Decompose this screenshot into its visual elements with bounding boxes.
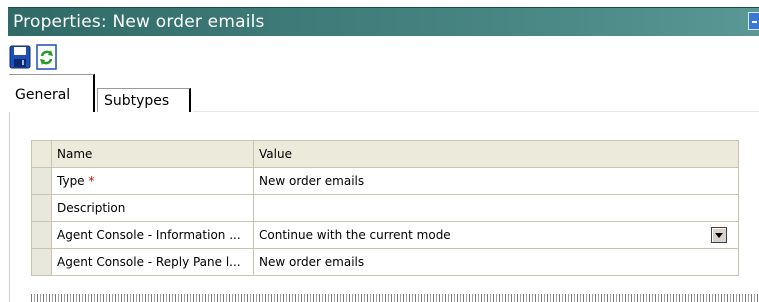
refresh-button[interactable] xyxy=(36,44,58,70)
refresh-icon xyxy=(36,44,57,70)
panel-left-border xyxy=(9,112,10,302)
window-title: Properties: New order emails xyxy=(13,12,265,32)
tab-subtypes-label: Subtypes xyxy=(104,93,170,109)
property-value[interactable]: New order emails xyxy=(254,249,738,275)
properties-grid: Name Value Type * New order emails Descr… xyxy=(31,140,739,276)
minimize-button[interactable] xyxy=(748,12,759,30)
column-header-name: Name xyxy=(52,141,254,167)
property-value-dropdown[interactable]: Continue with the current mode xyxy=(254,222,738,248)
row-handle[interactable] xyxy=(32,195,52,221)
floppy-disk-icon xyxy=(9,45,31,69)
save-button[interactable] xyxy=(9,44,31,70)
property-value[interactable]: New order emails xyxy=(254,168,738,194)
property-name: Description xyxy=(52,195,254,221)
row-handle[interactable] xyxy=(32,249,52,275)
row-handle[interactable] xyxy=(32,168,52,194)
tab-strip: General Subtypes xyxy=(9,74,759,112)
toolbar xyxy=(9,44,89,70)
titlebar-background: Properties: New order emails xyxy=(8,7,759,36)
grid-row-description[interactable]: Description xyxy=(32,195,738,222)
grid-row-type[interactable]: Type * New order emails xyxy=(32,168,738,195)
grid-row-agent-console-information[interactable]: Agent Console - Information ... Continue… xyxy=(32,222,738,249)
tab-baseline xyxy=(193,111,759,112)
property-name: Type * xyxy=(52,168,254,194)
window-titlebar: Properties: New order emails xyxy=(0,0,759,36)
dropdown-button[interactable] xyxy=(711,227,727,243)
property-value-text: Continue with the current mode xyxy=(259,228,451,242)
property-name: Agent Console - Reply Pane l... xyxy=(52,249,254,275)
tab-general[interactable]: General xyxy=(9,74,95,112)
property-name: Agent Console - Information ... xyxy=(52,222,254,248)
render-artifact-strip xyxy=(31,294,759,302)
property-name-text: Type xyxy=(57,174,85,188)
grid-row-agent-console-reply-pane[interactable]: Agent Console - Reply Pane l... New orde… xyxy=(32,249,738,276)
minimize-icon xyxy=(752,21,757,23)
column-header-value: Value xyxy=(254,141,738,167)
grid-header-row: Name Value xyxy=(32,141,738,168)
row-handle xyxy=(32,141,52,167)
required-marker: * xyxy=(88,174,95,188)
property-value[interactable] xyxy=(254,195,738,221)
row-handle[interactable] xyxy=(32,222,52,248)
tab-subtypes[interactable]: Subtypes xyxy=(97,88,191,112)
tab-general-label: General xyxy=(15,87,71,103)
